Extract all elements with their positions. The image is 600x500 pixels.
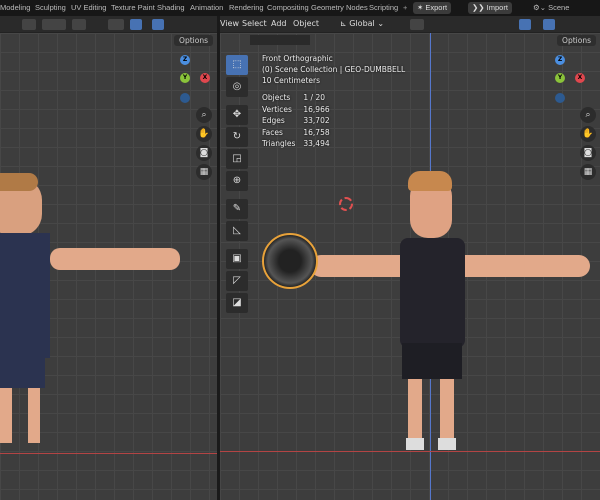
zoom-icon[interactable]: ⌕ bbox=[196, 107, 212, 123]
stat-label: Vertices bbox=[262, 104, 292, 114]
neg-z-axis-icon[interactable] bbox=[555, 93, 565, 103]
tab-rendering[interactable]: Rendering bbox=[229, 3, 264, 12]
y-axis-icon[interactable]: Y bbox=[180, 73, 190, 83]
x-axis-icon[interactable]: X bbox=[575, 73, 585, 83]
overlay-toggle-right[interactable] bbox=[543, 19, 555, 30]
rotate-icon[interactable]: ↻ bbox=[226, 127, 248, 147]
add-workspace-button[interactable]: + bbox=[403, 3, 407, 12]
proportional-edit-button[interactable] bbox=[72, 19, 86, 30]
measure-icon[interactable]: ◺ bbox=[226, 221, 248, 241]
tab-geometry-nodes[interactable]: Geometry Nodes bbox=[311, 3, 368, 12]
navigation-gizmo-left[interactable]: Z Y X bbox=[160, 53, 210, 103]
shear-icon[interactable]: ◸ bbox=[226, 271, 248, 291]
tab-animation[interactable]: Animation bbox=[190, 3, 223, 12]
export-button[interactable]: ✶ Export bbox=[413, 2, 452, 14]
shrink-icon[interactable]: ◪ bbox=[226, 293, 248, 313]
camera-icon[interactable]: ◙ bbox=[580, 145, 596, 161]
grid-scale: 10 Centimeters bbox=[262, 76, 321, 85]
z-axis-icon[interactable]: Z bbox=[555, 55, 565, 65]
grid-icon[interactable]: ▦ bbox=[196, 164, 212, 180]
scene-selector[interactable]: ⚙⌄ Scene bbox=[533, 3, 569, 12]
gizmo-toggle[interactable] bbox=[130, 19, 142, 30]
tab-sculpting[interactable]: Sculpting bbox=[35, 3, 66, 12]
select-box-icon[interactable]: ⬚ bbox=[226, 55, 248, 75]
menu-object[interactable]: Object bbox=[293, 19, 319, 28]
transform-icon[interactable]: ⊕ bbox=[226, 171, 248, 191]
grid-icon[interactable]: ▦ bbox=[580, 164, 596, 180]
tab-uv-editing[interactable]: UV Editing bbox=[71, 3, 106, 12]
z-axis-icon[interactable]: Z bbox=[180, 55, 190, 65]
view-name: Front Orthographic bbox=[262, 54, 333, 63]
move-icon[interactable]: ✥ bbox=[226, 105, 248, 125]
viewport-overlay-text: Front Orthographic (0) Scene Collection … bbox=[262, 53, 405, 150]
active-collection: (0) Scene Collection | GEO-DUMBBELL bbox=[262, 65, 406, 74]
gizmo-toggle-right[interactable] bbox=[519, 19, 531, 30]
y-axis-icon[interactable]: Y bbox=[555, 73, 565, 83]
stat-label: Edges bbox=[262, 116, 285, 125]
right-viewport[interactable]: Options ⬚ ◎ ✥ ↻ ◲ ⊕ ✎ ◺ ▣ ◸ ◪ Front Orth… bbox=[220, 33, 600, 500]
hand-pan-icon[interactable]: ✋ bbox=[580, 126, 596, 142]
x-axis-icon[interactable]: X bbox=[200, 73, 210, 83]
3d-cursor-icon bbox=[339, 197, 353, 211]
options-dropdown-left[interactable]: Options bbox=[174, 35, 213, 46]
menu-view[interactable]: View bbox=[220, 19, 239, 28]
x-axis-line-right bbox=[220, 451, 600, 452]
stat-label: Triangles bbox=[262, 139, 296, 148]
stat-value: 33,494 bbox=[303, 139, 330, 148]
x-axis-line bbox=[0, 453, 217, 454]
stat-label: Objects bbox=[262, 93, 291, 102]
left-viewport[interactable]: Options Z Y X ⌕ ✋ ◙ ▦ bbox=[0, 33, 217, 500]
scene-statistics: Objects 1 / 20 Vertices 16,966 Edges 33,702… bbox=[262, 92, 338, 150]
viewport-header: View Select Add Object ⊾ Global ⌄ bbox=[0, 16, 600, 33]
orientation-dropdown[interactable]: ⊾ Global ⌄ bbox=[340, 19, 384, 28]
tab-shading[interactable]: Shading bbox=[157, 3, 185, 12]
stat-value: 16,758 bbox=[303, 127, 330, 137]
options-dropdown-right[interactable]: Options bbox=[557, 35, 596, 46]
scale-icon[interactable]: ◲ bbox=[226, 149, 248, 169]
overlay-toggle[interactable] bbox=[152, 19, 164, 30]
orientation-icon: ⊾ bbox=[340, 19, 350, 28]
tab-compositing[interactable]: Compositing bbox=[267, 3, 309, 12]
cursor-icon[interactable]: ◎ bbox=[226, 77, 248, 97]
tab-texture-paint[interactable]: Texture Paint bbox=[111, 3, 155, 12]
stat-value: 16,966 bbox=[303, 104, 330, 114]
navigation-gizmo-right[interactable]: Z Y X bbox=[542, 53, 592, 103]
hand-pan-icon[interactable]: ✋ bbox=[196, 126, 212, 142]
tab-scripting[interactable]: Scripting bbox=[369, 3, 398, 12]
visibility-button[interactable] bbox=[108, 19, 124, 30]
transform-pivot-button[interactable] bbox=[22, 19, 36, 30]
add-cube-icon[interactable]: ▣ bbox=[226, 249, 248, 269]
stat-value: 33,702 bbox=[303, 116, 330, 125]
neg-z-axis-icon[interactable] bbox=[180, 93, 190, 103]
snap-button[interactable] bbox=[42, 19, 66, 30]
workspace-tabs: Modeling Sculpting UV Editing Texture Pa… bbox=[0, 0, 600, 16]
stat-value: 1 / 20 bbox=[303, 93, 325, 102]
toolbar: ⬚ ◎ ✥ ↻ ◲ ⊕ ✎ ◺ ▣ ◸ ◪ bbox=[226, 55, 250, 315]
import-icon: ❯❯ bbox=[472, 3, 487, 12]
dumbbell-object[interactable] bbox=[262, 233, 318, 289]
tab-modeling[interactable]: Modeling bbox=[0, 3, 30, 12]
annotate-icon[interactable]: ✎ bbox=[226, 199, 248, 219]
select-mode-buttons[interactable] bbox=[250, 35, 310, 45]
proportional-edit-button-right[interactable] bbox=[410, 19, 424, 30]
import-button[interactable]: ❯❯ Import bbox=[468, 2, 512, 14]
menu-add[interactable]: Add bbox=[271, 19, 287, 28]
menu-select[interactable]: Select bbox=[242, 19, 267, 28]
scene-icon: ⚙⌄ bbox=[533, 3, 549, 12]
stat-label: Faces bbox=[262, 127, 283, 137]
zoom-icon[interactable]: ⌕ bbox=[580, 107, 596, 123]
camera-icon[interactable]: ◙ bbox=[196, 145, 212, 161]
